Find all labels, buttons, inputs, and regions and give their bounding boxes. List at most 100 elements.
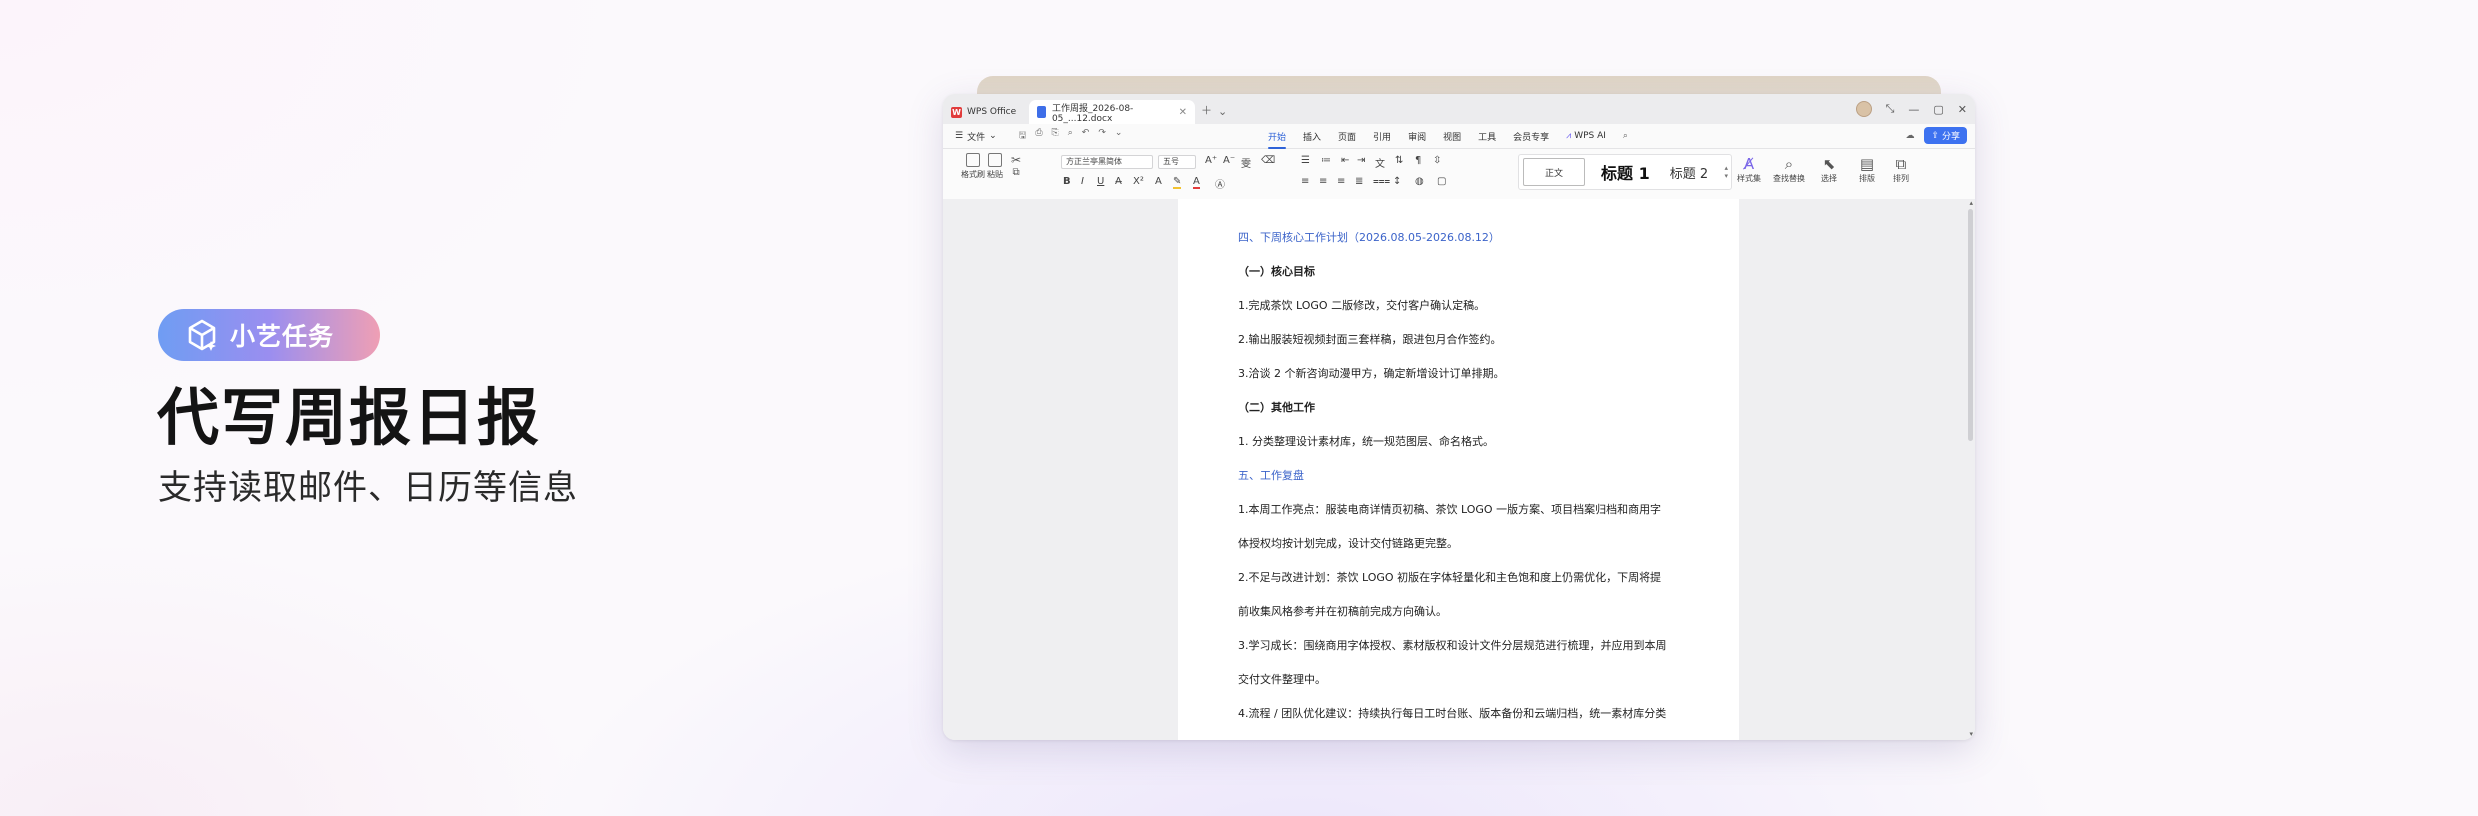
justify-icon[interactable]: ≣	[1355, 176, 1363, 187]
italic-icon[interactable]: I	[1081, 176, 1084, 187]
hamburger-icon: ☰	[955, 131, 964, 141]
font-family-select[interactable]: 方正兰亭黑简体	[1061, 155, 1153, 169]
layout-button[interactable]: ▤ 排版	[1859, 155, 1875, 184]
doc-line: 3.学习成长：围绕商用字体授权、素材版权和设计文件分层规范进行梳理，并应用到本周	[1238, 639, 1667, 652]
share-button[interactable]: ⇪ 分享	[1924, 127, 1967, 144]
strikethrough-icon[interactable]: A̶	[1115, 176, 1122, 187]
tab-view[interactable]: 视图	[1443, 130, 1461, 143]
ribbon-tabs: 开始 插入 页面 引用 审阅 视图 工具 会员专享 ⩘ WPS AI ⌕	[1268, 124, 1628, 149]
layout-icon: ▤	[1859, 155, 1875, 173]
save-icon[interactable]: 🖫	[1019, 128, 1027, 144]
shading-icon[interactable]: ◍	[1415, 176, 1424, 187]
find-replace-label: 查找替换	[1773, 174, 1805, 183]
word-doc-icon	[1037, 106, 1046, 118]
chevron-down-icon[interactable]: ⌄	[1115, 128, 1123, 144]
close-tab-icon[interactable]: ✕	[1179, 107, 1187, 118]
tab-home[interactable]: 开始	[1268, 130, 1287, 149]
bullet-list-icon[interactable]: ☰	[1301, 155, 1310, 166]
numbered-list-icon[interactable]: ≔	[1321, 155, 1331, 166]
align-left-icon[interactable]: ≡	[1301, 176, 1309, 187]
print-icon[interactable]: ⎘	[1052, 128, 1059, 144]
undo-icon[interactable]: ↶	[1082, 128, 1090, 144]
redo-icon[interactable]: ↷	[1098, 128, 1106, 144]
file-menu[interactable]: ☰ 文件 ⌄	[955, 130, 997, 143]
paste-label: 粘贴	[987, 170, 1003, 179]
doc-line: 2.输出服装短视频封面三套样稿，跟进包月合作签约。	[1238, 333, 1502, 346]
char-border-icon[interactable]: Ⓐ	[1215, 176, 1225, 191]
clear-format-icon[interactable]: ⌫	[1261, 155, 1275, 166]
decrease-indent-icon[interactable]: ⇤	[1341, 155, 1349, 166]
cloud-sync-icon[interactable]: ☁	[1905, 131, 1914, 141]
style-set-icon: A̸	[1743, 155, 1755, 173]
highlight-icon[interactable]: ✎	[1173, 176, 1182, 189]
layout-label: 排版	[1859, 174, 1875, 183]
tab-wps-home[interactable]: W WPS Office	[943, 100, 1029, 124]
find-replace-button[interactable]: ⌕ 查找替换	[1773, 155, 1805, 184]
style-set-button[interactable]: A̸ 样式集	[1737, 155, 1761, 184]
select-button[interactable]: ⬉ 选择	[1821, 155, 1837, 184]
tab-document[interactable]: 工作周报_2026-08-05_...12.docx ✕	[1029, 100, 1195, 124]
font-size-select[interactable]: 五号	[1158, 155, 1196, 169]
new-tab-icon[interactable]: ＋	[1201, 102, 1212, 118]
gallery-scroll-icon[interactable]: ▴ ▾	[1724, 164, 1728, 180]
tab-tools[interactable]: 工具	[1478, 130, 1496, 143]
bold-icon[interactable]: B	[1063, 176, 1071, 187]
document-area: 四、下周核心工作计划（2026.08.05-2026.08.12） （一）核心目…	[943, 199, 1975, 740]
tab-member[interactable]: 会员专享	[1513, 130, 1549, 143]
line-spacing-icon[interactable]: ⇳	[1433, 155, 1441, 166]
underline-icon[interactable]: U	[1097, 176, 1104, 187]
phonetic-icon[interactable]: 雯	[1241, 155, 1251, 170]
style-heading-1[interactable]: 标题 1	[1601, 160, 1650, 184]
align-center-icon[interactable]: ≡	[1319, 176, 1327, 187]
vertical-scrollbar[interactable]	[1968, 209, 1973, 441]
paste-button[interactable]: 粘贴	[987, 153, 1003, 180]
close-window-icon[interactable]: ✕	[1958, 103, 1967, 116]
align-right-icon[interactable]: ≡	[1337, 176, 1345, 187]
avatar[interactable]	[1855, 101, 1872, 117]
grow-font-icon[interactable]: A⁺	[1205, 155, 1217, 166]
restore-icon[interactable]: ⤡	[1886, 102, 1895, 116]
print-preview-icon[interactable]: ⌕	[1068, 128, 1073, 144]
borders-icon[interactable]: ▢	[1437, 176, 1446, 187]
paragraph-spacing-icon[interactable]: ↕	[1393, 176, 1401, 187]
tab-references[interactable]: 引用	[1373, 130, 1391, 143]
minimize-icon[interactable]: —	[1908, 103, 1919, 116]
export-pdf-icon[interactable]: ⎙	[1035, 128, 1042, 144]
show-marks-icon[interactable]: ¶	[1415, 155, 1421, 166]
menu-right: ☁ ⇪ 分享	[1905, 127, 1967, 144]
search-icon[interactable]: ⌕	[1623, 131, 1628, 141]
chevron-down-icon: ⌄	[989, 131, 997, 141]
style-normal[interactable]: 正文	[1523, 158, 1585, 186]
text-effect-icon[interactable]: A	[1155, 176, 1162, 187]
document-page[interactable]: 四、下周核心工作计划（2026.08.05-2026.08.12） （一）核心目…	[1178, 199, 1739, 740]
quick-access: 🖫 ⎙ ⎘ ⌕ ↶ ↷ ⌄	[1019, 128, 1123, 144]
heading-next-week-plan: 四、下周核心工作计划（2026.08.05-2026.08.12）	[1238, 231, 1500, 244]
format-painter-button[interactable]: 格式刷	[961, 153, 985, 180]
shrink-font-icon[interactable]: A⁻	[1223, 155, 1235, 166]
chinese-layout-icon[interactable]: 文	[1375, 155, 1385, 170]
tab-review[interactable]: 审阅	[1408, 130, 1426, 143]
wps-ai-button[interactable]: ⩘ WPS AI	[1566, 131, 1606, 141]
cut-button[interactable]: ✂ ⧉	[1011, 153, 1021, 178]
sort-icon[interactable]: ⇅	[1395, 155, 1403, 166]
superscript-icon[interactable]: X²	[1133, 176, 1144, 187]
tab-page[interactable]: 页面	[1338, 130, 1356, 143]
scroll-up-icon[interactable]: ▴	[1969, 199, 1973, 207]
copy-icon[interactable]: ⧉	[1012, 167, 1019, 178]
font-color-icon[interactable]: A	[1193, 176, 1200, 189]
arrange-button[interactable]: ⧉ 排列	[1893, 155, 1909, 184]
maximize-icon[interactable]: ▢	[1933, 103, 1943, 116]
title-bar: W WPS Office 工作周报_2026-08-05_...12.docx …	[943, 94, 1975, 124]
search-icon: ⌕	[1784, 155, 1794, 173]
doc-line: 交付文件整理中。	[1238, 673, 1326, 686]
hero-subtitle: 支持读取邮件、日历等信息	[158, 468, 578, 508]
distributed-icon[interactable]: ⩶	[1373, 176, 1390, 187]
chevron-down-icon[interactable]: ⌄	[1218, 105, 1227, 118]
scissors-icon: ✂	[1011, 153, 1022, 167]
cursor-icon: ⬉	[1822, 155, 1836, 173]
increase-indent-icon[interactable]: ⇥	[1357, 155, 1365, 166]
scroll-down-icon[interactable]: ▾	[1969, 730, 1973, 738]
style-heading-2[interactable]: 标题 2	[1670, 163, 1708, 182]
window-controls: ⤡ — ▢ ✕	[1855, 101, 1967, 117]
tab-insert[interactable]: 插入	[1303, 130, 1321, 143]
